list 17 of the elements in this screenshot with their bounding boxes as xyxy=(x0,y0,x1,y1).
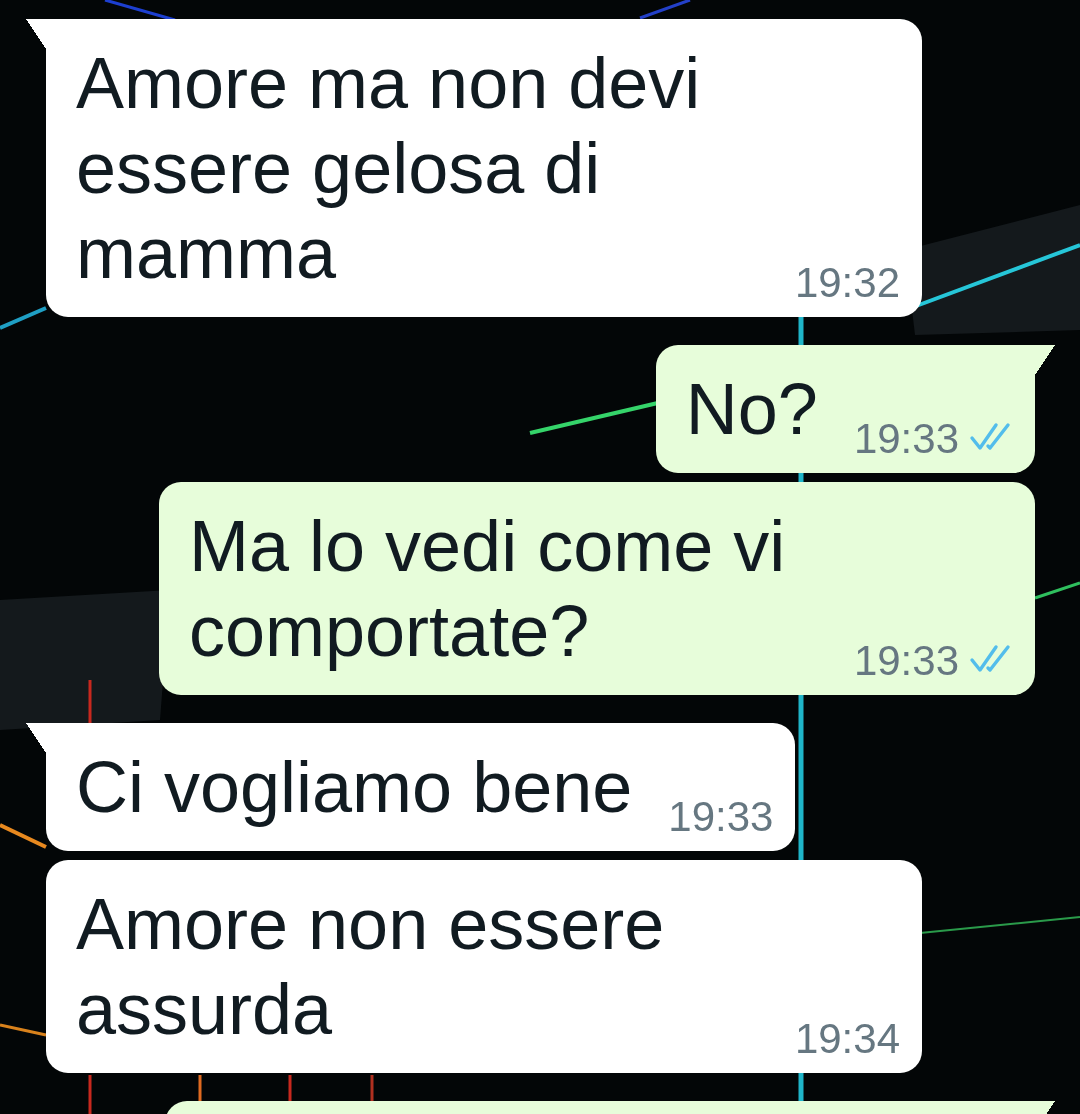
message-text: Ma lo vedi come vi comportate? xyxy=(189,505,787,673)
neon-line xyxy=(639,0,691,20)
message-text: Amore non essere assurda xyxy=(76,883,666,1051)
neon-line xyxy=(104,0,176,22)
neon-line xyxy=(0,823,47,849)
message-text: Amore ma non devi essere gelosa di mamma xyxy=(76,42,702,295)
message-text: No? xyxy=(685,368,818,451)
neon-line xyxy=(0,306,47,330)
message-time: 19:33 xyxy=(853,640,959,682)
neon-line xyxy=(88,1075,92,1114)
message-time: 19:33 xyxy=(853,418,959,460)
neon-line xyxy=(0,1023,47,1037)
message-time: 19:34 xyxy=(794,1018,900,1060)
message-time: 19:33 xyxy=(668,796,774,838)
neon-line xyxy=(1034,581,1080,600)
message-text: Ci vogliamo bene xyxy=(76,746,633,829)
message-time: 19:32 xyxy=(794,262,900,304)
